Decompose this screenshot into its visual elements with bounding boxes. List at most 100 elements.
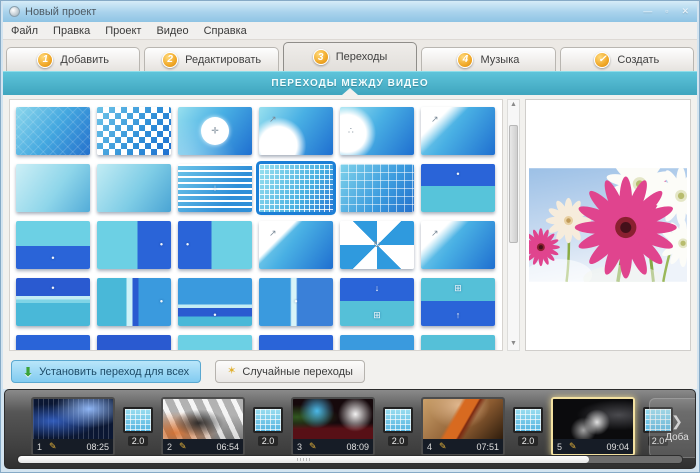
timeline-clip-1[interactable]: 1 ✎ 08:25: [31, 397, 115, 456]
edit-pencil-icon[interactable]: ✎: [49, 441, 57, 452]
step-badge-icon: 4: [457, 52, 473, 68]
tab-редактировать[interactable]: 2 Редактировать: [144, 47, 278, 71]
menu-item-справка[interactable]: Справка: [204, 25, 247, 37]
scroll-thumb[interactable]: [509, 125, 518, 244]
transition-direction-icon: ↗: [269, 229, 277, 238]
transition-row5-e[interactable]: [340, 335, 414, 351]
clip-info-bar: 4 ✎ 07:51: [423, 439, 503, 454]
timeline-transition[interactable]: 2.0: [253, 407, 283, 446]
transition-circle-from-left[interactable]: ∴: [340, 107, 414, 155]
menu-item-файл[interactable]: Файл: [11, 25, 38, 37]
scroll-down-icon[interactable]: ▼: [510, 339, 517, 350]
transition-push-down[interactable]: ↓⊞: [340, 278, 414, 326]
tab-переходы[interactable]: 3 Переходы: [283, 42, 417, 71]
green-down-arrow-icon: ⬇: [23, 366, 33, 378]
transition-direction-icon: ∴: [348, 127, 354, 136]
transition-direction-icon: ↑: [456, 311, 461, 320]
menu-item-проект[interactable]: Проект: [105, 25, 141, 37]
transition-corner-triangle[interactable]: ↗: [259, 221, 333, 269]
clip-duration: 08:09: [346, 442, 369, 452]
transition-grid-coarse[interactable]: [340, 164, 414, 212]
action-buttons: ⬇ Установить переход для всех ✶ Случайны…: [11, 360, 365, 383]
transition-direction-icon: ✛: [211, 127, 219, 136]
timeline-clip-2[interactable]: 2 ✎ 06:54: [161, 397, 245, 456]
timeline-clip-4[interactable]: 4 ✎ 07:51: [421, 397, 505, 456]
timeline-transition[interactable]: 2.0: [123, 407, 153, 446]
transition-blinds-horizontal[interactable]: ↓: [178, 164, 252, 212]
maximize-icon[interactable]: ▫: [665, 7, 668, 16]
tab-создать[interactable]: ✓ Создать: [560, 47, 694, 71]
tab-музыка[interactable]: 4 Музыка: [421, 47, 555, 71]
step-tab-label: Переходы: [336, 51, 388, 63]
transition-direction-icon: ↓: [213, 184, 218, 193]
transition-split-right[interactable]: •: [97, 221, 171, 269]
content-area: ✛↗∴↗↓••••↗↻↗••••↓⊞⊞↑ ▲ ▼: [3, 95, 697, 389]
transition-circle-center[interactable]: ✛: [178, 107, 252, 155]
transition-split-bottom[interactable]: •: [16, 221, 90, 269]
timeline-transition[interactable]: 2.0: [513, 407, 543, 446]
timeline-scrollbar[interactable]: [17, 455, 683, 464]
transition-row5-c[interactable]: [178, 335, 252, 351]
transition-dissolve-checkerboard[interactable]: [97, 107, 171, 155]
transition-duration: 2.0: [258, 436, 279, 446]
timeline-transition[interactable]: 2.0: [383, 407, 413, 446]
minimize-icon[interactable]: —: [643, 7, 652, 16]
transition-split-top[interactable]: •: [421, 164, 495, 212]
timeline-scroll-thumb[interactable]: [18, 456, 589, 463]
transition-band-low[interactable]: •: [178, 278, 252, 326]
clip-duration: 09:04: [606, 442, 629, 452]
step-tab-label: Музыка: [480, 54, 519, 66]
timeline-clip-3[interactable]: 3 ✎ 08:09: [291, 397, 375, 456]
edit-pencil-icon[interactable]: ✎: [309, 441, 317, 452]
transition-duration: 2.0: [388, 436, 409, 446]
tab-добавить[interactable]: 1 Добавить: [6, 47, 140, 71]
transition-chip-icon: [123, 407, 153, 433]
transition-split-left[interactable]: •: [178, 221, 252, 269]
transition-direction-icon: ↓: [375, 284, 380, 293]
transition-wipe-diagonal-large[interactable]: ↗: [421, 221, 495, 269]
transition-direction-icon: ↗: [431, 115, 439, 124]
transition-band-center[interactable]: •: [259, 278, 333, 326]
transition-fade-soft-1[interactable]: [16, 164, 90, 212]
timeline-clips: 1 ✎ 08:25 2.0 2 ✎ 06:54 2.0: [31, 397, 673, 456]
transition-grid-fine[interactable]: [259, 164, 333, 212]
edit-pencil-icon[interactable]: ✎: [569, 441, 577, 452]
transition-direction-icon: •: [51, 254, 54, 263]
transition-dissolve-crosshatch[interactable]: [16, 107, 90, 155]
transition-direction-icon: •: [213, 311, 216, 320]
transition-fade-soft-2[interactable]: [97, 164, 171, 212]
transition-row5-b[interactable]: [97, 335, 171, 351]
transition-row5-a[interactable]: [16, 335, 90, 351]
menu-item-видео[interactable]: Видео: [156, 25, 188, 37]
timeline-clip-5[interactable]: 5 ✎ 09:04: [551, 397, 635, 456]
transition-wipe-diagonal[interactable]: ↗: [421, 107, 495, 155]
transitions-grid: ✛↗∴↗↓••••↗↻↗••••↓⊞⊞↑: [9, 99, 503, 351]
scroll-track[interactable]: [508, 111, 519, 339]
edit-pencil-icon[interactable]: ✎: [439, 441, 447, 452]
transition-pinwheel[interactable]: ↻: [340, 221, 414, 269]
set-all-label: Установить переход для всех: [39, 366, 189, 378]
transition-row5-f[interactable]: [421, 335, 495, 351]
transition-direction-icon: •: [294, 298, 297, 307]
transition-circle-from-corner[interactable]: ↗: [259, 107, 333, 155]
random-transitions-button[interactable]: ✶ Случайные переходы: [215, 360, 365, 383]
grid-scrollbar[interactable]: ▲ ▼: [507, 99, 520, 351]
add-clip-button[interactable]: ❯ Доба: [649, 398, 696, 458]
close-icon[interactable]: ✕: [681, 7, 689, 16]
clip-number: 1: [37, 442, 45, 452]
edit-pencil-icon[interactable]: ✎: [179, 441, 187, 452]
transition-direction-icon: ⊞: [373, 311, 381, 320]
set-all-transitions-button[interactable]: ⬇ Установить переход для всех: [11, 360, 201, 383]
menu-item-правка[interactable]: Правка: [53, 25, 90, 37]
step-tab-label: Добавить: [60, 54, 109, 66]
transition-band-horizontal[interactable]: •: [16, 278, 90, 326]
transition-band-vertical[interactable]: •: [97, 278, 171, 326]
scroll-up-icon[interactable]: ▲: [510, 100, 517, 111]
app-window: Новый проект — ▫ ✕ ФайлПравкаПроектВидео…: [0, 0, 700, 473]
transition-push-up[interactable]: ⊞↑: [421, 278, 495, 326]
clip-duration: 06:54: [216, 442, 239, 452]
transition-row5-d[interactable]: [259, 335, 333, 351]
wand-icon: ✶: [227, 366, 236, 377]
section-banner: ПЕРЕХОДЫ МЕЖДУ ВИДЕО: [3, 71, 697, 95]
clip-number: 3: [297, 442, 305, 452]
